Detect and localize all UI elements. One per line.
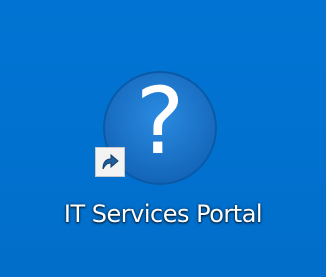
shortcut-arrow-icon xyxy=(95,147,125,177)
shortcut-label: IT Services Portal xyxy=(63,200,263,228)
it-services-portal-shortcut[interactable]: ? IT Services Portal xyxy=(30,50,296,240)
desktop-background: ? IT Services Portal xyxy=(0,0,326,277)
